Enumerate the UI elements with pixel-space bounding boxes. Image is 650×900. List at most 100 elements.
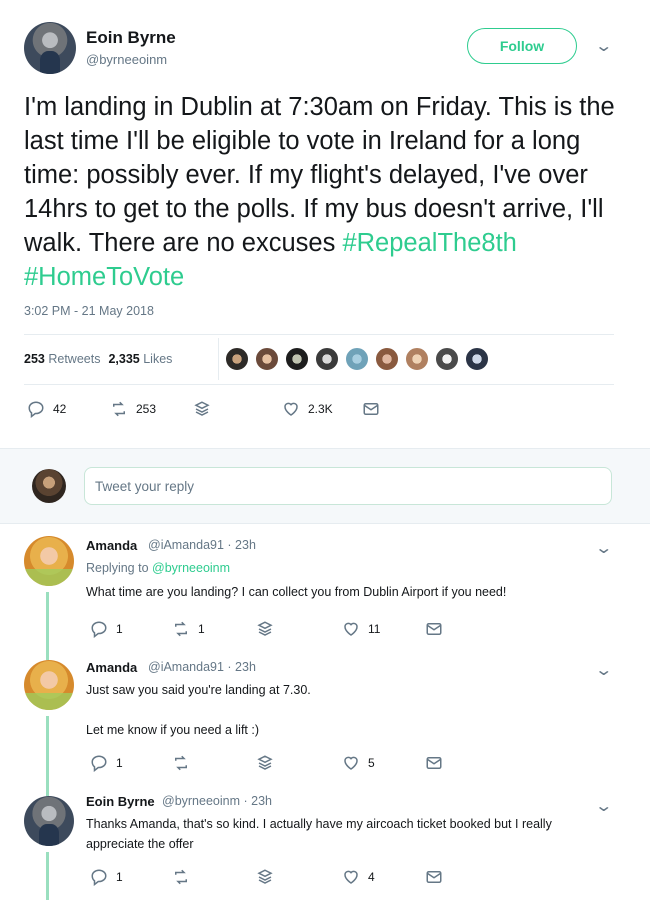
like-action[interactable]: 4 bbox=[342, 868, 375, 886]
retweets-count: 253 bbox=[24, 352, 45, 366]
likes-stat[interactable]: 2,335 Likes bbox=[108, 352, 172, 366]
reply-tweet[interactable]: Eoin Byrne @byrneeoinm · 23h ⌄ Thanks Am… bbox=[0, 788, 650, 900]
heart-icon bbox=[344, 870, 358, 884]
reply-composer bbox=[0, 448, 650, 524]
stack-action[interactable] bbox=[256, 620, 274, 638]
stack-icon bbox=[257, 869, 273, 884]
liker-avatar[interactable] bbox=[254, 346, 280, 372]
divider bbox=[24, 384, 614, 385]
reply-icon bbox=[28, 401, 44, 418]
reply-count: 1 bbox=[116, 756, 123, 770]
reply-count: 1 bbox=[116, 870, 123, 884]
stack-icon bbox=[257, 621, 273, 636]
tweet-body: I'm landing in Dublin at 7:30am on Frida… bbox=[24, 93, 615, 257]
replying-to-link[interactable]: @byrneeoinm bbox=[152, 561, 230, 575]
author-avatar[interactable] bbox=[24, 22, 76, 74]
replying-prefix: Replying to bbox=[86, 561, 149, 575]
like-count: 5 bbox=[368, 756, 375, 770]
retweet-icon bbox=[113, 401, 125, 417]
liker-avatar[interactable] bbox=[374, 346, 400, 372]
thread-line bbox=[46, 592, 49, 650]
retweets-label: Retweets bbox=[48, 352, 101, 366]
follow-button[interactable]: Follow bbox=[467, 28, 577, 64]
like-count: 2.3K bbox=[308, 402, 333, 416]
message-action[interactable] bbox=[425, 754, 443, 772]
reply-handle-time[interactable]: @iAmanda91 · 23h bbox=[148, 538, 256, 552]
reply-text: What time are you landing? I can collect… bbox=[86, 585, 507, 599]
reply-text-line2: Let me know if you need a lift :) bbox=[86, 723, 260, 737]
chevron-down-icon[interactable]: ⌄ bbox=[594, 796, 613, 816]
message-action[interactable] bbox=[425, 620, 443, 638]
stack-action[interactable] bbox=[256, 754, 274, 772]
reply-handle-time[interactable]: @iAmanda91 · 23h bbox=[148, 660, 256, 674]
reply-avatar[interactable] bbox=[24, 796, 74, 846]
heart-icon bbox=[344, 756, 358, 770]
message-action[interactable] bbox=[425, 868, 443, 886]
chevron-down-icon[interactable]: ⌄ bbox=[594, 538, 613, 558]
hashtag-hometovote[interactable]: #HomeToVote bbox=[24, 263, 184, 291]
likes-count: 2,335 bbox=[108, 352, 140, 366]
retweet-action[interactable] bbox=[172, 754, 198, 772]
reply-avatar[interactable] bbox=[24, 660, 74, 710]
reply-author-name[interactable]: Eoin Byrne bbox=[86, 794, 155, 809]
retweet-icon bbox=[175, 869, 187, 885]
liker-avatar[interactable] bbox=[434, 346, 460, 372]
retweet-action[interactable] bbox=[172, 868, 198, 886]
stack-icon bbox=[257, 755, 273, 770]
current-user-avatar[interactable] bbox=[32, 469, 66, 503]
likes-label: Likes bbox=[143, 352, 173, 366]
mail-icon bbox=[426, 623, 442, 635]
liker-avatar[interactable] bbox=[344, 346, 370, 372]
tweet-timestamp[interactable]: 3:02 PM - 21 May 2018 bbox=[24, 304, 154, 318]
reply-handle-time[interactable]: @byrneeoinm · 23h bbox=[162, 794, 272, 808]
tweet-text: I'm landing in Dublin at 7:30am on Frida… bbox=[24, 90, 624, 294]
like-action[interactable]: 11 bbox=[342, 620, 380, 638]
reply-icon bbox=[91, 755, 107, 772]
liker-avatar[interactable] bbox=[314, 346, 340, 372]
retweet-icon bbox=[175, 755, 187, 771]
reply-action[interactable]: 42 bbox=[27, 400, 66, 418]
reply-tweet[interactable]: Amanda @iAmanda91 · 23h ⌄ Replying to @b… bbox=[0, 524, 650, 650]
like-action[interactable]: 5 bbox=[342, 754, 375, 772]
thread-line bbox=[46, 716, 49, 788]
like-action[interactable]: 2.3K bbox=[282, 400, 333, 418]
reply-avatar[interactable] bbox=[24, 536, 74, 586]
author-handle[interactable]: @byrneeoinm bbox=[86, 52, 167, 67]
reply-author-name[interactable]: Amanda bbox=[86, 538, 137, 553]
tweet-stats: 253 Retweets 2,335 Likes bbox=[24, 352, 172, 366]
reply-text-line1: Just saw you said you're landing at 7.30… bbox=[86, 683, 311, 697]
message-action[interactable] bbox=[362, 400, 380, 418]
reply-count: 42 bbox=[53, 402, 67, 416]
retweet-count: 253 bbox=[136, 402, 157, 416]
reply-author-name[interactable]: Amanda bbox=[86, 660, 137, 675]
thread-line bbox=[46, 852, 49, 900]
hashtag-repeal[interactable]: #RepealThe8th bbox=[342, 229, 516, 257]
reply-input[interactable] bbox=[84, 467, 612, 505]
reply-action[interactable]: 1 bbox=[90, 754, 123, 772]
reply-icon bbox=[91, 621, 107, 638]
chevron-down-icon[interactable]: ⌄ bbox=[594, 660, 613, 680]
liker-avatar[interactable] bbox=[224, 346, 250, 372]
stack-action[interactable] bbox=[193, 400, 211, 418]
reply-action[interactable]: 1 bbox=[90, 620, 123, 638]
liker-avatar[interactable] bbox=[404, 346, 430, 372]
reply-tweet[interactable]: Amanda @iAmanda91 · 23h ⌄ Just saw you s… bbox=[0, 650, 650, 788]
liker-avatar[interactable] bbox=[464, 346, 490, 372]
heart-icon bbox=[284, 402, 298, 416]
thread-line bbox=[46, 788, 49, 796]
stack-action[interactable] bbox=[256, 868, 274, 886]
mail-icon bbox=[426, 757, 442, 769]
like-count: 11 bbox=[368, 622, 381, 636]
thread-line bbox=[46, 650, 49, 660]
chevron-down-icon[interactable]: ⌄ bbox=[594, 36, 613, 56]
retweet-action[interactable]: 1 bbox=[172, 620, 205, 638]
liker-avatar[interactable] bbox=[284, 346, 310, 372]
author-name[interactable]: Eoin Byrne bbox=[86, 28, 176, 48]
retweets-stat[interactable]: 253 Retweets bbox=[24, 352, 100, 366]
retweet-action[interactable]: 253 bbox=[110, 400, 156, 418]
reply-action[interactable]: 1 bbox=[90, 868, 123, 886]
divider bbox=[24, 334, 614, 335]
mail-icon bbox=[426, 871, 442, 883]
retweet-icon bbox=[175, 621, 187, 637]
reply-count: 1 bbox=[116, 622, 123, 636]
